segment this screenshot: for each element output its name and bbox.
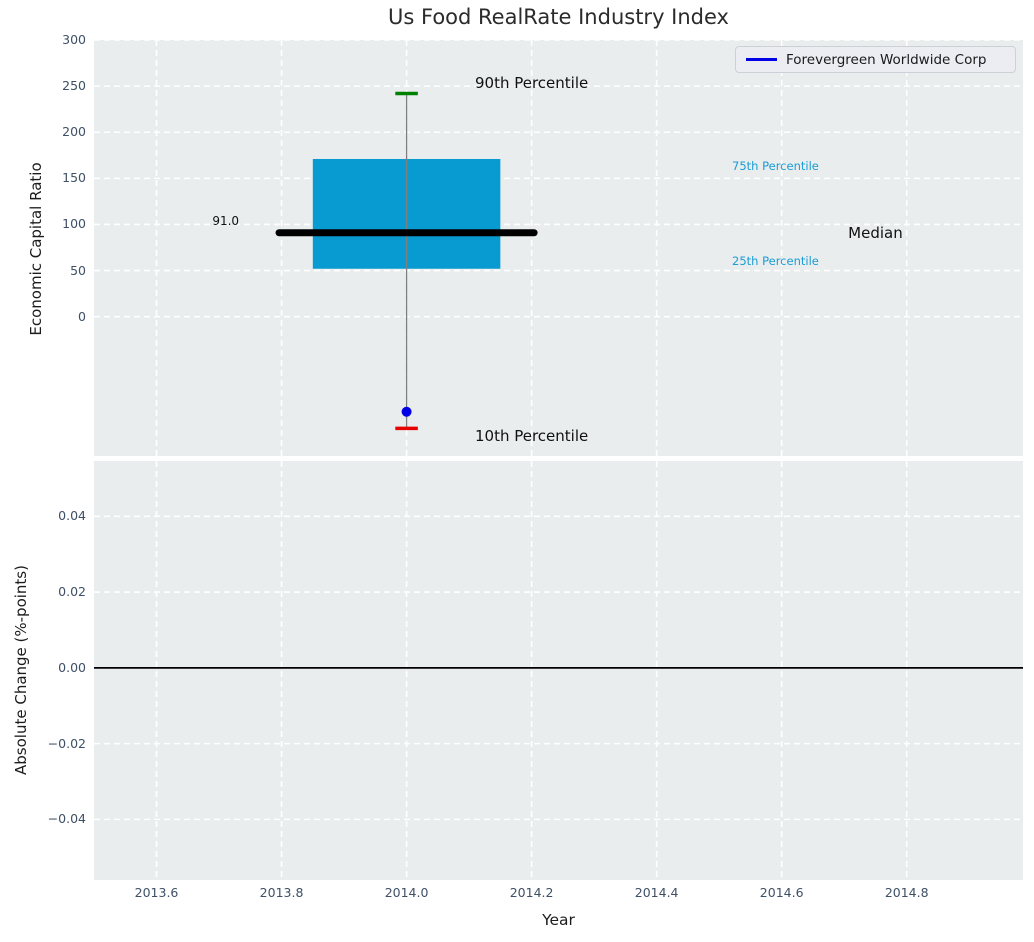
x-tick-labels: 2013.6 2013.8 2014.0 2014.2 2014.4 2014.6 2014… — [94, 885, 1023, 905]
x-tick-label: 2014.6 — [759, 885, 804, 900]
y-tick-label: 0 — [78, 308, 86, 324]
annotation: 75th Percentile — [732, 159, 819, 173]
y-tick-label: 300 — [62, 32, 86, 47]
top-plot: 90th Percentile 75th Percentile Median 25th… — [94, 40, 1023, 456]
y-tick-label: 250 — [62, 78, 86, 94]
annotation: 91.0 — [212, 214, 239, 228]
y-tick-label: 150 — [62, 170, 86, 186]
x-tick-label: 2013.8 — [259, 885, 304, 900]
y-tick-label: 200 — [62, 124, 86, 140]
chart-title: Us Food RealRate Industry Index — [388, 5, 729, 29]
legend-label: Forevergreen Worldwide Corp — [786, 51, 987, 68]
y-tick-label: −0.04 — [47, 811, 86, 827]
x-tick-label: 2014.4 — [634, 885, 679, 900]
y-tick-label: −0.02 — [47, 735, 86, 751]
x-tick-label: 2014.2 — [509, 885, 554, 900]
y-tick-label: 0.04 — [58, 508, 86, 524]
annotation: 90th Percentile — [475, 74, 588, 92]
y-tick-label: 100 — [62, 216, 86, 232]
bottom-plot — [94, 461, 1023, 880]
annotation: Median — [848, 224, 903, 242]
legend: Forevergreen Worldwide Corp — [735, 46, 1016, 73]
x-tick-label: 2014.0 — [384, 885, 429, 900]
y-tick-label: 50 — [70, 262, 86, 278]
y-tick-labels-top: 0 50 100 150 200 250 300 — [0, 32, 86, 456]
y-tick-labels-bottom: 0.04 0.02 0.00 −0.02 −0.04 — [0, 461, 86, 880]
bottom-plot-canvas — [94, 461, 1023, 880]
x-tick-label: 2014.8 — [884, 885, 929, 900]
y-tick-label: 0.00 — [58, 659, 86, 675]
x-axis-label: Year — [542, 911, 575, 929]
figure: Us Food RealRate Industry Index Economic… — [0, 0, 1034, 942]
annotation: 10th Percentile — [475, 427, 588, 445]
top-plot-canvas: 90th Percentile 75th Percentile Median 25th… — [94, 40, 1023, 456]
x-tick-label: 2013.6 — [134, 885, 179, 900]
company-point — [401, 406, 412, 417]
annotation: 25th Percentile — [732, 254, 819, 268]
legend-line-sample — [746, 58, 777, 61]
y-tick-label: 0.02 — [58, 584, 86, 600]
